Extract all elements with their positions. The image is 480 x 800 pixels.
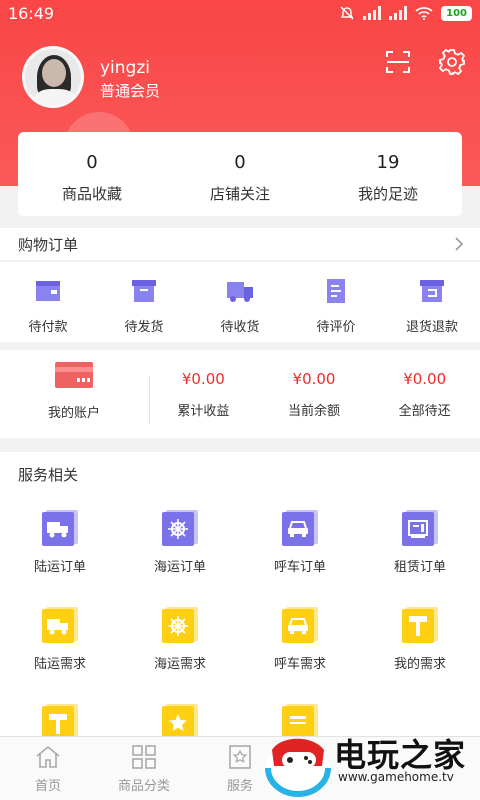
home-icon bbox=[36, 745, 60, 768]
service-car-order[interactable]: 呼车订单 bbox=[240, 496, 360, 593]
order-refund[interactable]: 退货退款 bbox=[384, 262, 480, 342]
avatar[interactable] bbox=[22, 46, 84, 108]
star-badge-icon bbox=[229, 745, 251, 769]
order-pending-shipment[interactable]: 待发货 bbox=[96, 262, 192, 342]
tab-categories[interactable]: 商品分类 bbox=[96, 737, 192, 800]
truck-icon bbox=[42, 510, 78, 546]
service-sea-demand[interactable]: 海运需求 bbox=[120, 593, 240, 690]
service-car-demand[interactable]: 呼车需求 bbox=[240, 593, 360, 690]
truck-icon bbox=[42, 607, 78, 643]
service-land-order[interactable]: 陆运订单 bbox=[0, 496, 120, 593]
pin-icon bbox=[402, 607, 438, 643]
service-label: 呼车需求 bbox=[273, 657, 326, 672]
service-rental-order[interactable]: 租赁订单 bbox=[360, 496, 480, 593]
stat-label: 我的足迹 bbox=[357, 185, 418, 203]
wifi-icon bbox=[415, 7, 433, 20]
watermark-logo: 电玩之家 www.gamehome.tv bbox=[256, 726, 480, 800]
hammer-icon bbox=[42, 704, 78, 740]
wallet-icon bbox=[36, 281, 60, 301]
stat-label: 商品收藏 bbox=[61, 185, 122, 203]
account-row: 我的账户 ¥0.00 累计收益 ¥0.00 当前余额 ¥0.00 全部待还 bbox=[0, 350, 480, 438]
box-icon bbox=[132, 280, 156, 302]
service-label: 海运订单 bbox=[153, 560, 206, 575]
member-level: 普通会员 bbox=[100, 82, 161, 100]
service-my-demand[interactable]: 我的需求 bbox=[360, 593, 480, 690]
service-extra-2[interactable] bbox=[120, 690, 240, 740]
amount-label: 累计收益 bbox=[177, 403, 230, 419]
my-account[interactable]: 我的账户 bbox=[0, 362, 148, 426]
chevron-right-icon bbox=[455, 237, 464, 251]
section-title: 购物订单 bbox=[18, 235, 79, 254]
watermark-url: www.gamehome.tv bbox=[338, 770, 454, 784]
signal-icon bbox=[363, 6, 382, 20]
order-pending-review[interactable]: 待评价 bbox=[288, 262, 384, 342]
services-grid: 陆运订单 海运订单 呼车订单 租赁订单 陆运需求 海运需求 呼车需求 我的需求 bbox=[0, 496, 480, 740]
order-label: 待发货 bbox=[124, 320, 164, 335]
username: yingzi bbox=[100, 58, 150, 78]
orders-header[interactable]: 购物订单 bbox=[0, 228, 480, 261]
current-balance[interactable]: ¥0.00 当前余额 bbox=[259, 370, 370, 419]
service-label: 呼车订单 bbox=[273, 560, 326, 575]
order-label: 待评价 bbox=[316, 320, 356, 335]
services-header: 服务相关 bbox=[0, 452, 480, 496]
document-icon bbox=[327, 279, 345, 303]
section-title: 服务相关 bbox=[18, 465, 79, 484]
stat-label: 店铺关注 bbox=[209, 185, 270, 203]
service-land-demand[interactable]: 陆运需求 bbox=[0, 593, 120, 690]
return-box-icon bbox=[420, 280, 444, 302]
service-extra-1[interactable] bbox=[0, 690, 120, 740]
stat-favorites[interactable]: 0 商品收藏 bbox=[18, 132, 166, 216]
service-label: 陆运需求 bbox=[33, 657, 86, 672]
car-icon bbox=[282, 607, 318, 643]
ship-wheel-icon bbox=[162, 510, 198, 546]
grid-icon bbox=[132, 745, 156, 769]
stat-value: 19 bbox=[376, 152, 400, 173]
stat-value: 0 bbox=[86, 152, 98, 173]
order-pending-receipt[interactable]: 待收货 bbox=[192, 262, 288, 342]
ship-wheel-icon bbox=[162, 607, 198, 643]
amount-value: ¥0.00 bbox=[292, 369, 336, 388]
total-earnings[interactable]: ¥0.00 累计收益 bbox=[148, 370, 259, 419]
tab-label: 商品分类 bbox=[117, 779, 170, 794]
stat-footprints[interactable]: 19 我的足迹 bbox=[314, 132, 462, 216]
alarm-off-icon bbox=[340, 6, 354, 20]
total-repayment[interactable]: ¥0.00 全部待还 bbox=[369, 370, 480, 419]
order-pending-payment[interactable]: 待付款 bbox=[0, 262, 96, 342]
amount-value: ¥0.00 bbox=[403, 369, 447, 388]
amount-value: ¥0.00 bbox=[181, 369, 225, 388]
settings-gear-icon[interactable] bbox=[438, 48, 466, 76]
service-label: 租赁订单 bbox=[393, 560, 446, 575]
account-label: 我的账户 bbox=[47, 406, 100, 421]
status-time: 16:49 bbox=[8, 4, 55, 23]
scan-icon[interactable] bbox=[384, 48, 412, 76]
stat-followed-shops[interactable]: 0 店铺关注 bbox=[166, 132, 314, 216]
service-label: 海运需求 bbox=[153, 657, 206, 672]
stats-card: 0 商品收藏 0 店铺关注 19 我的足迹 bbox=[18, 132, 462, 216]
truck-icon bbox=[227, 282, 253, 302]
service-sea-order[interactable]: 海运订单 bbox=[120, 496, 240, 593]
signal-icon-2 bbox=[389, 6, 408, 20]
amount-label: 当前余额 bbox=[288, 403, 341, 419]
card-icon bbox=[55, 362, 93, 388]
order-status-row: 待付款 待发货 待收货 待评价 退货退款 bbox=[0, 262, 480, 342]
battery-icon: 100 bbox=[441, 5, 472, 21]
status-bar: 16:49 100 bbox=[0, 0, 480, 28]
order-label: 待收货 bbox=[220, 320, 260, 335]
stat-value: 0 bbox=[234, 152, 246, 173]
rental-icon bbox=[402, 510, 438, 546]
order-label: 待付款 bbox=[28, 320, 68, 335]
order-label: 退货退款 bbox=[405, 320, 458, 335]
service-label: 陆运订单 bbox=[33, 560, 86, 575]
divider bbox=[149, 376, 150, 424]
car-icon bbox=[282, 510, 318, 546]
amount-label: 全部待还 bbox=[398, 403, 451, 419]
service-label: 我的需求 bbox=[393, 657, 446, 672]
star-icon bbox=[162, 704, 198, 740]
tab-label: 首页 bbox=[34, 779, 61, 794]
tab-home[interactable]: 首页 bbox=[0, 737, 96, 800]
